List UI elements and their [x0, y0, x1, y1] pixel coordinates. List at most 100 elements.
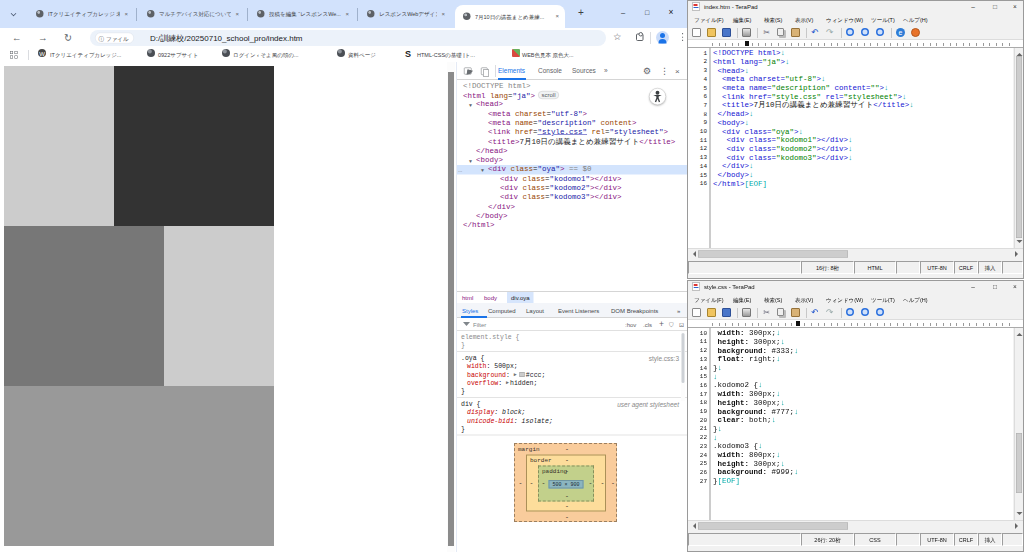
style-property[interactable]: width: 500px;: [467, 363, 518, 371]
element-state-icon[interactable]: ⛉: [669, 322, 674, 329]
apps-grid-icon[interactable]: [10, 51, 18, 59]
tab-close-icon[interactable]: ×: [441, 11, 445, 18]
expand-triangle-icon[interactable]: ▶: [506, 379, 509, 387]
devtools-menu-icon[interactable]: ⋮: [660, 66, 669, 76]
devtools-more-tabs[interactable]: »: [604, 67, 608, 75]
sidebar-tab-layout[interactable]: Layout: [526, 307, 544, 314]
bookmark-item[interactable]: HTML-CSSの基礎 |ト...: [417, 50, 475, 61]
dom-tree-row[interactable]: </html>: [457, 221, 687, 230]
color-swatch[interactable]: [519, 372, 524, 377]
menu-4[interactable]: ウィンドウ(W): [826, 17, 863, 25]
devtools-tab-sources[interactable]: Sources: [572, 67, 596, 75]
dom-tree-row[interactable]: </head>: [457, 147, 687, 156]
new-tab-button[interactable]: +: [578, 7, 584, 19]
menu-5[interactable]: ツール(T): [871, 297, 895, 305]
hscroll-thumb[interactable]: [698, 251, 848, 258]
profile-avatar[interactable]: [656, 31, 669, 44]
print-icon[interactable]: [742, 308, 751, 317]
tab-active[interactable]: 7月10日の講義まとめ兼練... ×: [455, 5, 565, 28]
undo-icon[interactable]: ↶: [811, 28, 820, 37]
filter-input[interactable]: Filter: [473, 321, 486, 328]
vscroll-thumb[interactable]: [1016, 433, 1022, 493]
sidebar-more-tabs[interactable]: »: [677, 307, 680, 314]
sidebar-tab-styles[interactable]: Styles: [462, 307, 478, 314]
address-url[interactable]: D:/訓練校/20250710_school_pro/index.htm: [150, 34, 303, 45]
computed-sidebar-icon[interactable]: ⊡: [679, 322, 684, 329]
menu-0[interactable]: ファイル(F): [694, 17, 724, 25]
devtools-close-icon[interactable]: ×: [675, 66, 680, 76]
tab-1[interactable]: ITクリエイティブカレッジ 未...×: [28, 0, 134, 28]
sidebar-tab-computed[interactable]: Computed: [488, 307, 516, 314]
scroll-down-arrow[interactable]: [1017, 512, 1023, 518]
window-close-button[interactable]: ×: [660, 0, 682, 24]
dom-tree-row[interactable]: ▼<body>: [457, 156, 687, 165]
terapad-close-button[interactable]: ×: [1006, 1, 1024, 12]
terapad-hscrollbar[interactable]: [688, 248, 1023, 258]
devtools-tab-elements[interactable]: Elements: [498, 67, 525, 75]
menu-1[interactable]: 編集(E): [733, 17, 751, 25]
terapad-maximize-button[interactable]: □: [986, 1, 1004, 12]
extensions-icon[interactable]: [636, 34, 644, 42]
menu-5[interactable]: ツール(T): [871, 17, 895, 25]
style-rule-selector[interactable]: element.style {: [461, 333, 520, 341]
toggle-cls[interactable]: .cls: [643, 322, 652, 329]
terapad-vscrollbar[interactable]: [1014, 48, 1023, 248]
file-chip[interactable]: ⓘファイル: [95, 33, 134, 44]
globe-icon[interactable]: [337, 49, 345, 57]
terapad-vscrollbar[interactable]: [1014, 328, 1023, 520]
styles-scrollbar[interactable]: [681, 331, 685, 401]
scroll-left-arrow[interactable]: [690, 523, 696, 529]
hscroll-thumb[interactable]: [698, 523, 848, 530]
expand-triangle-icon[interactable]: ▶: [514, 371, 517, 379]
rule-location[interactable]: user agent stylesheet: [617, 400, 679, 408]
sidebar-tab-dom-breakpoints[interactable]: DOM Breakpoints: [611, 307, 658, 314]
menu-6[interactable]: ヘルプ(H): [903, 297, 928, 305]
search-icon[interactable]: [846, 28, 854, 36]
save-icon[interactable]: [722, 308, 731, 317]
back-icon[interactable]: ←: [12, 32, 22, 44]
print-icon[interactable]: [742, 28, 751, 37]
forward-icon[interactable]: →: [38, 32, 48, 44]
style-rule-selector[interactable]: .oya {: [461, 354, 484, 362]
dom-tree-row[interactable]: <link href="style.css" rel="stylesheet">: [457, 128, 687, 137]
bookmark-item[interactable]: ログイン ‹ そよ風の頭の...: [233, 50, 299, 61]
toggle-hov[interactable]: :hov: [625, 322, 636, 329]
menu-2[interactable]: 検索(S): [764, 297, 782, 305]
terapad-text-area[interactable]: 10 width: 300px;↓11 height: 300px;↓12 ba…: [688, 328, 1013, 520]
undo-icon[interactable]: ↶: [811, 308, 820, 317]
open-in-ie-icon[interactable]: e: [896, 28, 905, 37]
dom-tree-row[interactable]: </body>: [457, 212, 687, 221]
open-in-firefox-icon[interactable]: [911, 28, 920, 37]
search-next-icon[interactable]: [861, 308, 869, 316]
scroll-down-arrow[interactable]: [1017, 240, 1023, 246]
terapad-maximize-button[interactable]: □: [986, 281, 1004, 292]
window-maximize-button[interactable]: □: [636, 0, 658, 24]
bookmark-star-icon[interactable]: ☆: [613, 31, 622, 43]
tab-close-icon[interactable]: ×: [555, 13, 559, 20]
tab-close-icon[interactable]: ×: [235, 11, 239, 18]
vscroll-thumb[interactable]: [1016, 56, 1022, 238]
dom-tree-row[interactable]: </div>: [457, 202, 687, 211]
s-logo-icon[interactable]: S: [405, 49, 413, 57]
rule-location[interactable]: style.css:3: [649, 354, 679, 362]
bookmark-item[interactable]: 0922サブサイト: [158, 50, 198, 61]
terapad-text-area[interactable]: 1<!DOCTYPE html>↓2<html lang="ja">↓3 <he…: [688, 48, 1013, 248]
address-bar[interactable]: ⓘファイル D:/訓練校/20250710_school_pro/index.h…: [90, 30, 606, 46]
paste-icon[interactable]: [791, 28, 800, 37]
open-file-icon[interactable]: [707, 28, 716, 37]
globe-icon[interactable]: [147, 49, 155, 57]
tab-close-icon[interactable]: ×: [124, 11, 128, 18]
open-file-icon[interactable]: [707, 308, 716, 317]
globe-icon[interactable]: [222, 49, 230, 57]
new-file-icon[interactable]: [692, 308, 701, 317]
tab-search-chevron-icon[interactable]: [11, 11, 17, 17]
breadcrumb-html[interactable]: html: [462, 295, 473, 302]
wordpress-icon[interactable]: W: [38, 49, 46, 57]
dom-tree-row[interactable]: …▼<div class="oya"> == $0: [457, 165, 687, 174]
copy-icon[interactable]: [777, 28, 784, 36]
menu-3[interactable]: 表示(V): [795, 17, 813, 25]
accessibility-person-icon[interactable]: [649, 88, 666, 105]
dom-tree-row[interactable]: <div class="kodomo1"></div>: [457, 175, 687, 184]
devtools-settings-gear-icon[interactable]: ⚙: [643, 66, 651, 76]
bookmark-item[interactable]: 資料ページ: [348, 50, 376, 61]
